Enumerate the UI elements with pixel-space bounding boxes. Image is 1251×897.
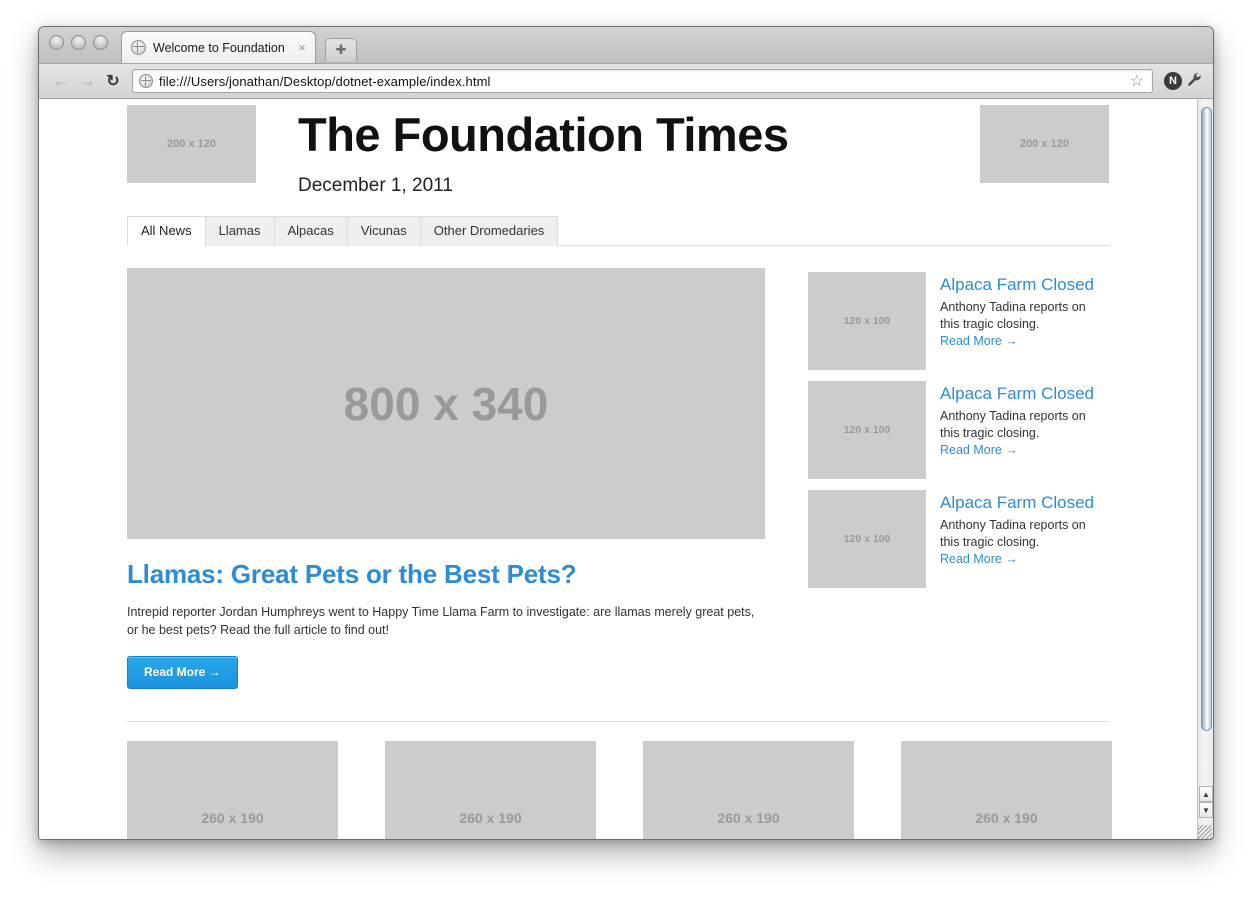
feature-placeholder: 260 x 190 [127, 740, 338, 839]
feature-placeholder: 260 x 190 [901, 740, 1112, 839]
issue-date: December 1, 2011 [298, 175, 453, 197]
lead-article: 800 x 340 Llamas: Great Pets or the Best… [127, 268, 765, 689]
scroll-down-icon[interactable]: ▼ [1199, 802, 1213, 818]
section-tabs: All News Llamas Alpacas Vicunas Other Dr… [127, 215, 1109, 247]
hero-image-placeholder: 800 x 340 [127, 268, 765, 540]
sidebar-news-list: 120 x 100 Alpaca Farm Closed Anthony Tad… [808, 268, 1108, 689]
scroll-up-icon[interactable]: ▲ [1199, 786, 1213, 802]
window-resize-grip[interactable] [1198, 825, 1212, 839]
browser-tab[interactable]: Welcome to Foundation × [121, 31, 316, 63]
bookmark-star-icon[interactable]: ☆ [1130, 71, 1148, 91]
browser-toolbar: ← → ↻ file:///Users/jonathan/Desktop/dot… [39, 64, 1213, 99]
wrench-icon[interactable] [1187, 72, 1202, 91]
minimize-window-button[interactable] [71, 35, 86, 50]
tab-all-news[interactable]: All News [127, 216, 206, 247]
scrollbar-thumb[interactable] [1201, 107, 1212, 731]
sidebar-read-more-link[interactable]: Read More → [940, 552, 1108, 566]
browser-window: Welcome to Foundation × ✚ ← → ↻ file:///… [38, 26, 1214, 840]
profile-badge[interactable]: N [1164, 72, 1182, 90]
sidebar-item-description: Anthony Tadina reports on this tragic cl… [940, 300, 1086, 331]
close-icon[interactable]: × [295, 41, 309, 55]
tab-llamas[interactable]: Llamas [204, 216, 275, 247]
lead-headline[interactable]: Llamas: Great Pets or the Best Pets? [127, 559, 765, 590]
address-bar[interactable]: file:///Users/jonathan/Desktop/dotnet-ex… [132, 69, 1153, 93]
sidebar-thumb-placeholder: 120 x 100 [808, 381, 926, 480]
content-row: 800 x 340 Llamas: Great Pets or the Best… [127, 268, 1109, 689]
globe-icon [131, 40, 146, 55]
forward-icon[interactable]: → [74, 68, 100, 94]
sidebar-read-more-link[interactable]: Read More → [940, 334, 1108, 348]
list-item: 120 x 100 Alpaca Farm Closed Anthony Tad… [808, 381, 1108, 480]
list-item: 120 x 100 Alpaca Farm Closed Anthony Tad… [808, 272, 1108, 371]
tab-other-dromedaries[interactable]: Other Dromedaries [419, 216, 559, 247]
sidebar-thumb-placeholder: 120 x 100 [808, 490, 926, 589]
browser-viewport: 200 x 120 The Foundation Times December … [39, 99, 1213, 839]
tab-alpacas[interactable]: Alpacas [273, 216, 348, 247]
sidebar-item-description: Anthony Tadina reports on this tragic cl… [940, 409, 1086, 440]
sidebar-item-title[interactable]: Alpaca Farm Closed [940, 384, 1108, 403]
section-divider [127, 720, 1109, 722]
feature-placeholder: 260 x 190 [385, 740, 596, 839]
list-item: 120 x 100 Alpaca Farm Closed Anthony Tad… [808, 490, 1108, 589]
page-content: 200 x 120 The Foundation Times December … [39, 99, 1197, 839]
browser-tab-strip: Welcome to Foundation × ✚ [39, 27, 1213, 64]
masthead: 200 x 120 The Foundation Times December … [127, 100, 1109, 197]
page-title: The Foundation Times [298, 108, 789, 161]
tab-vicunas[interactable]: Vicunas [346, 216, 421, 247]
back-icon[interactable]: ← [48, 68, 74, 94]
browser-tab-title: Welcome to Foundation [153, 40, 285, 55]
feature-placeholder: 260 x 190 [643, 740, 854, 839]
url-text: file:///Users/jonathan/Desktop/dotnet-ex… [159, 73, 491, 89]
window-controls [49, 35, 108, 50]
globe-icon [139, 74, 153, 88]
close-window-button[interactable] [49, 35, 64, 50]
reload-icon[interactable]: ↻ [100, 68, 126, 94]
sidebar-item-title[interactable]: Alpaca Farm Closed [940, 493, 1108, 512]
masthead-center: The Foundation Times December 1, 2011 [256, 105, 980, 197]
masthead-left-ad-placeholder: 200 x 120 [127, 105, 256, 183]
sidebar-read-more-link[interactable]: Read More → [940, 443, 1108, 457]
vertical-scrollbar[interactable]: ▲ ▼ [1197, 99, 1213, 839]
new-tab-button[interactable]: ✚ [325, 38, 357, 61]
read-more-button[interactable]: Read More → [127, 655, 238, 689]
bottom-feature-strip: 260 x 190 260 x 190 260 x 190 260 x 190 [127, 740, 1112, 839]
sidebar-item-description: Anthony Tadina reports on this tragic cl… [940, 518, 1086, 549]
masthead-right-ad-placeholder: 200 x 120 [980, 105, 1109, 183]
lead-body-text: Intrepid reporter Jordan Humphreys went … [127, 605, 755, 637]
sidebar-item-title[interactable]: Alpaca Farm Closed [940, 275, 1108, 294]
maximize-window-button[interactable] [93, 35, 108, 50]
sidebar-thumb-placeholder: 120 x 100 [808, 272, 926, 371]
